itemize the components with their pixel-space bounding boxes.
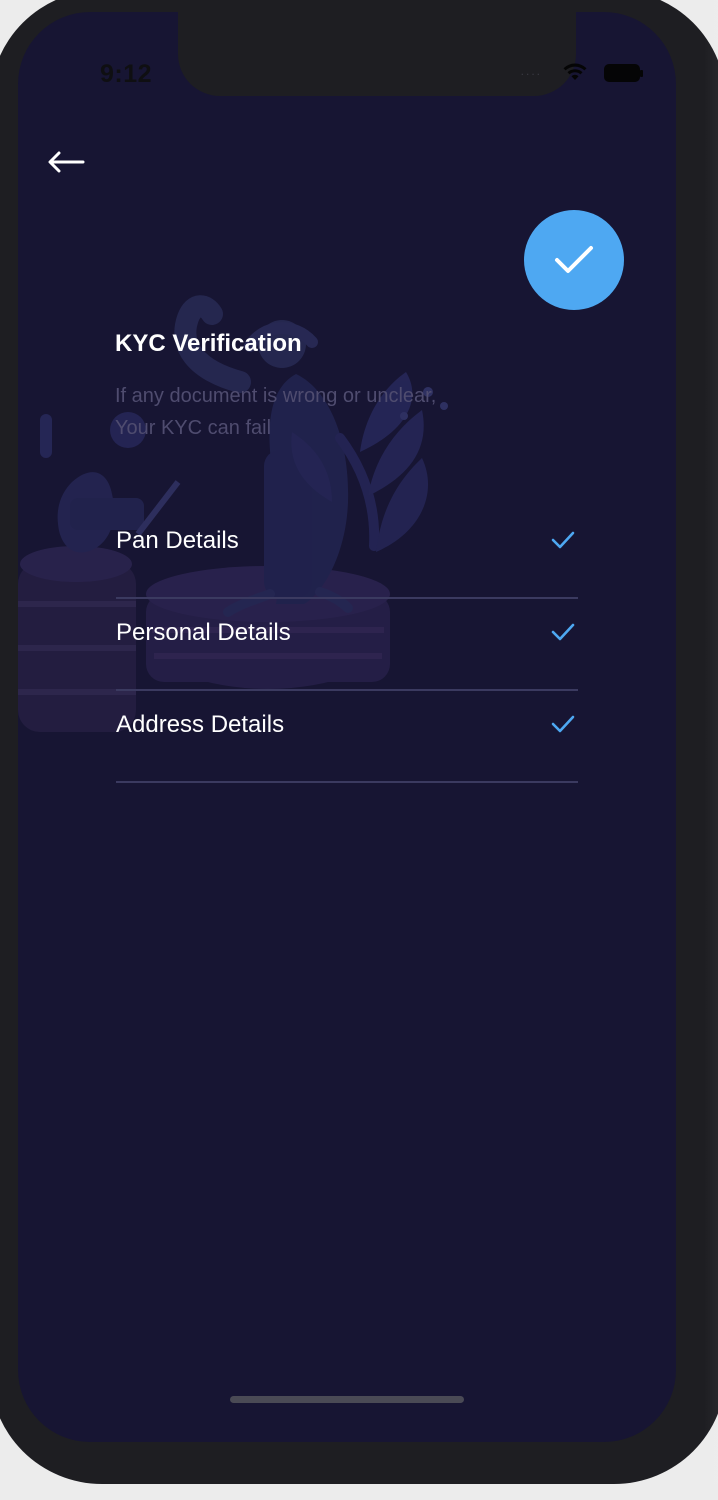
screen: 9:12 .... KYC Verification If any docume… xyxy=(18,12,676,1442)
check-icon xyxy=(555,246,593,273)
check-icon xyxy=(551,531,575,549)
kyc-details-list: Pan Details Personal Details Address Det… xyxy=(116,507,578,783)
header-content: KYC Verification If any document is wron… xyxy=(115,328,585,444)
subtitle-line-1: If any document is wrong or unclear, xyxy=(115,385,437,407)
kyc-item-label: Pan Details xyxy=(116,527,239,554)
check-icon xyxy=(551,715,575,733)
kyc-item-pan-details[interactable]: Pan Details xyxy=(116,507,578,599)
check-icon xyxy=(551,623,575,641)
kyc-item-address-details[interactable]: Address Details xyxy=(116,691,578,783)
status-bar: 9:12 .... xyxy=(18,12,676,92)
back-arrow-icon xyxy=(48,151,85,173)
back-button[interactable] xyxy=(42,140,90,184)
battery-icon xyxy=(604,64,643,82)
device-edge-highlight xyxy=(704,0,718,1484)
device-frame: 9:12 .... KYC Verification If any docume… xyxy=(0,0,718,1484)
subtitle-line-2: Your KYC can fail xyxy=(115,417,272,439)
kyc-item-label: Personal Details xyxy=(116,619,291,646)
success-badge xyxy=(524,210,624,310)
page-title: KYC Verification xyxy=(115,330,302,357)
page-subtitle: If any document is wrong or unclear, You… xyxy=(115,380,585,444)
wifi-icon xyxy=(562,62,588,82)
kyc-item-personal-details[interactable]: Personal Details xyxy=(116,599,578,691)
kyc-item-label: Address Details xyxy=(116,711,285,738)
home-indicator[interactable] xyxy=(230,1396,464,1403)
status-time: 9:12 xyxy=(100,60,153,88)
signal-icon: .... xyxy=(520,64,542,78)
